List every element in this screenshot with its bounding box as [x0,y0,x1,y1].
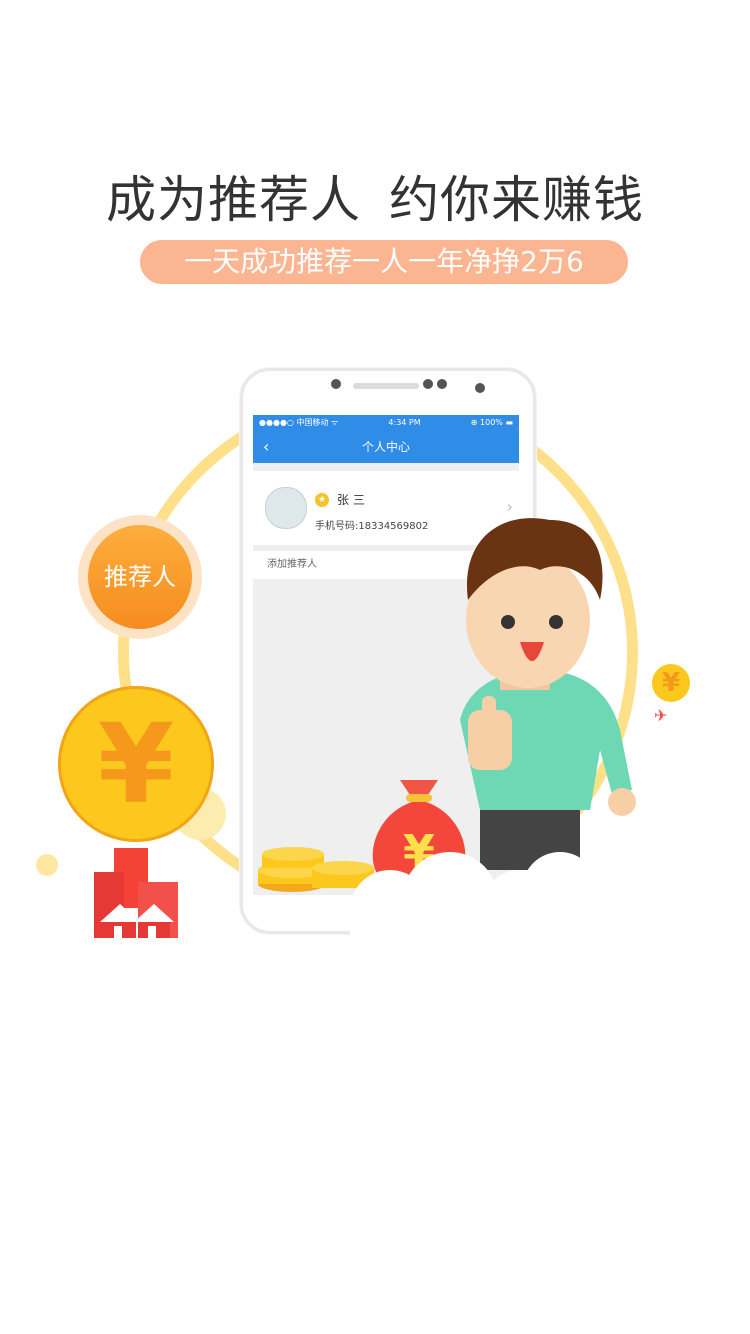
subtitle-pill: 一天成功推荐一人一年净挣2万6 [140,240,628,284]
headline: 成为推荐人 约你来赚钱 [0,160,750,232]
phone-camera [475,383,485,393]
yuan-coin-icon: ¥ [58,686,214,842]
phone-sensor [423,379,433,389]
star-badge-icon: ★ [315,493,329,507]
phone-speaker [353,383,419,389]
cloud-decoration [350,852,600,940]
plane-icon: ✈ [654,706,668,725]
carrier-text: ●●●●○ 中国移动 ᯤ [259,418,339,427]
avatar [265,487,307,529]
boy-thumbs-up-illustration [460,518,636,870]
headline-part1: 成为推荐人 [106,171,361,229]
headline-part2: 约你来赚钱 [389,171,644,229]
profile-phone: 手机号码:18334569802 [315,521,429,532]
status-bar: ●●●●○ 中国移动 ᯤ 4:34 PM ⊕ 100% ▬ [253,415,519,431]
phone-sensor [437,379,447,389]
phone-camera [331,379,341,389]
houses-icon [94,848,178,938]
nav-title: 个人中心 [361,440,410,454]
battery-text: ⊕ 100% ▬ [470,418,513,427]
referrer-tag: 推荐人 [88,525,192,629]
time-text: 4:34 PM [388,418,421,427]
profile-name: 张 三 [337,493,365,507]
nav-bar: ‹ 个人中心 [253,431,519,463]
decorative-dot [36,854,58,876]
chevron-left-icon[interactable]: ‹ [263,431,269,463]
small-yuan-coin-icon: ¥ [652,664,690,702]
